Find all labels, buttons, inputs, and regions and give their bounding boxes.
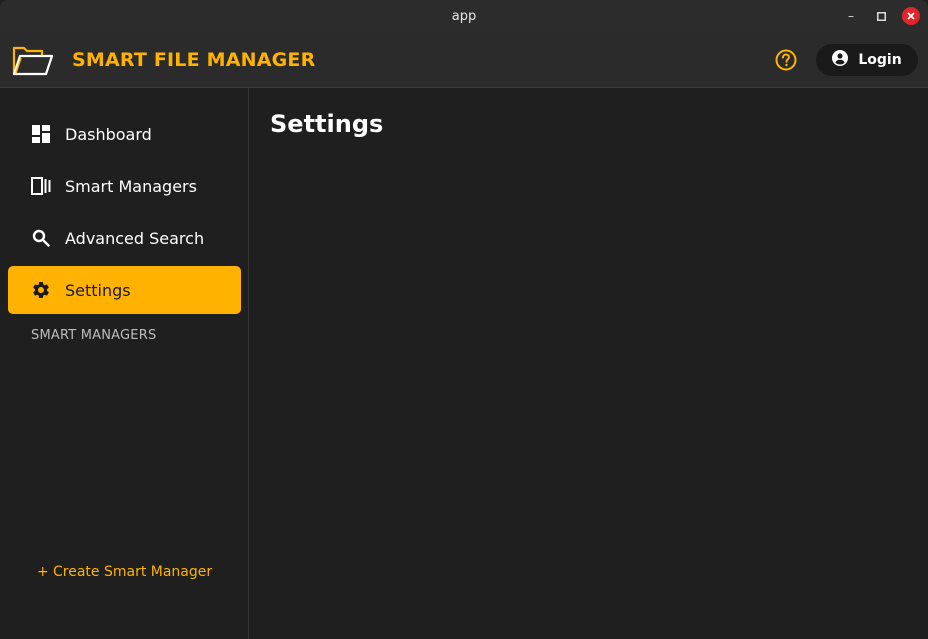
sidebar-item-label: Settings	[65, 280, 131, 300]
sidebar: Dashboard Smart Managers Advanced Search	[0, 88, 249, 639]
login-button[interactable]: Login	[816, 44, 918, 76]
sidebar-item-dashboard[interactable]: Dashboard	[8, 110, 241, 158]
login-label: Login	[858, 52, 902, 68]
maximize-button[interactable]	[872, 7, 890, 25]
window-titlebar: app –	[0, 0, 928, 32]
sidebar-item-label: Dashboard	[65, 124, 152, 144]
app-title: SMART FILE MANAGER	[72, 49, 316, 71]
sidebar-item-settings[interactable]: Settings	[8, 266, 241, 314]
smart-managers-icon	[30, 175, 52, 197]
search-icon	[30, 227, 52, 249]
gear-icon	[30, 279, 52, 301]
window-controls: –	[842, 0, 920, 32]
sidebar-item-advanced-search[interactable]: Advanced Search	[8, 214, 241, 262]
close-button[interactable]	[902, 7, 920, 25]
dashboard-icon	[30, 123, 52, 145]
help-circle-icon[interactable]	[775, 49, 797, 71]
create-smart-manager-link[interactable]: + Create Smart Manager	[0, 564, 249, 580]
window-title: app	[451, 8, 477, 24]
sidebar-item-label: Smart Managers	[65, 176, 197, 196]
page-title: Settings	[270, 110, 384, 138]
minimize-button[interactable]: –	[842, 7, 860, 25]
app-header: SMART FILE MANAGER Login	[0, 32, 928, 88]
sidebar-item-smart-managers[interactable]: Smart Managers	[8, 162, 241, 210]
folder-logo-icon	[12, 44, 54, 76]
account-circle-icon	[832, 50, 849, 70]
sidebar-item-label: Advanced Search	[65, 228, 205, 248]
main-content: Settings	[250, 88, 928, 639]
smart-managers-section-heading: SMART MANAGERS	[31, 328, 157, 343]
